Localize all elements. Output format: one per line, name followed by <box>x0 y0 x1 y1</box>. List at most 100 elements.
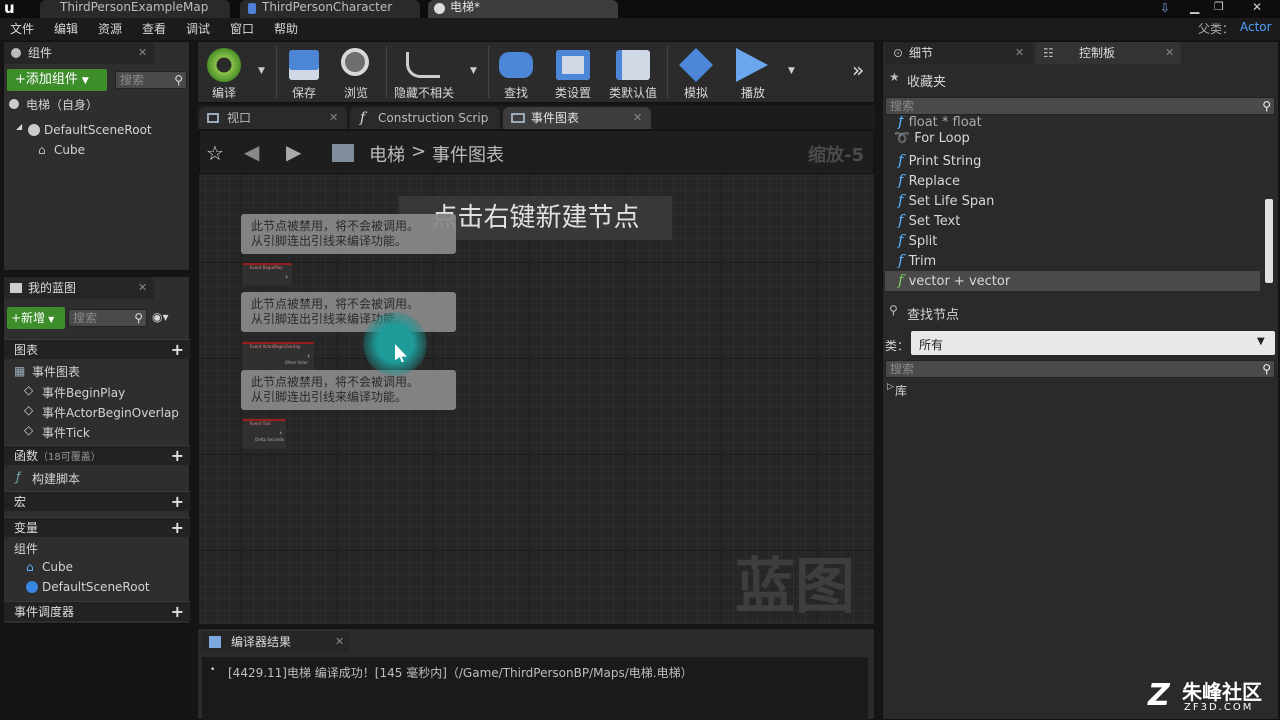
event-node[interactable]: Event ActorBeginOverlap › Other Actor <box>242 342 314 370</box>
favorites-scrollbar[interactable] <box>1265 199 1273 283</box>
breadcrumb-root[interactable]: 电梯 <box>369 141 405 167</box>
tab-construction-script[interactable]: f Construction Scrip <box>350 107 500 129</box>
class-settings-button[interactable]: 类设置 <box>548 44 598 100</box>
exec-pin-icon[interactable]: › <box>242 352 314 360</box>
simulate-button[interactable]: 模拟 <box>671 44 721 100</box>
menu-edit[interactable]: 编辑 <box>54 20 78 37</box>
compiler-message[interactable]: [4429.11]电梯 编译成功！[145 毫秒内]（/Game/ThirdPe… <box>228 664 693 681</box>
graphs-section[interactable]: 图表 + <box>4 339 190 359</box>
menu-debug[interactable]: 调试 <box>186 20 210 37</box>
tab-viewport[interactable]: 视口 ✕ <box>199 107 347 129</box>
close-icon[interactable]: ✕ <box>138 42 147 64</box>
maximize-button[interactable]: ❐ <box>1214 0 1228 16</box>
components-category[interactable]: 组件 <box>14 540 38 557</box>
toolbar-divider <box>386 46 387 98</box>
list-item[interactable]: f Split <box>898 231 937 249</box>
add-macro-icon[interactable]: + <box>171 492 184 512</box>
close-icon[interactable]: ✕ <box>335 631 344 653</box>
notification-icon[interactable]: ⇩ <box>1160 1 1176 15</box>
parent-class-link[interactable]: Actor <box>1240 20 1272 34</box>
list-item[interactable]: ➰ For Loop <box>894 131 970 146</box>
scene-root-variable-item[interactable]: DefaultSceneRoot <box>42 580 150 594</box>
event-graph-item[interactable]: 事件图表 <box>32 363 80 380</box>
list-item[interactable]: f Replace <box>898 171 960 189</box>
save-button[interactable]: 保存 <box>279 44 329 100</box>
back-arrow-icon[interactable]: ◀ <box>244 140 259 164</box>
variables-section[interactable]: 变量 + <box>4 517 190 537</box>
compile-options-icon[interactable]: ▼ <box>258 66 265 76</box>
event-beginplay-item[interactable]: 事件BeginPlay <box>42 384 125 401</box>
event-tick-item[interactable]: 事件Tick <box>42 424 90 441</box>
library-item[interactable]: 库 <box>895 382 907 399</box>
close-icon[interactable]: ✕ <box>138 277 147 299</box>
find-nodes-search-input[interactable]: 搜索 ⚲ <box>885 360 1275 378</box>
menu-window[interactable]: 窗口 <box>230 20 254 37</box>
disabled-node-comment[interactable]: 此节点被禁用，将不会被调用。 从引脚连出引线来编译功能。 <box>241 214 456 254</box>
close-icon[interactable]: ✕ <box>329 107 338 129</box>
menu-help[interactable]: 帮助 <box>274 20 298 37</box>
close-icon[interactable]: ✕ <box>1015 42 1024 64</box>
hide-unrelated-button[interactable]: 隐藏不相关 <box>388 44 460 100</box>
find-button[interactable]: 查找 <box>491 44 541 100</box>
expand-arrow-icon[interactable]: ◢ <box>16 122 22 131</box>
close-icon[interactable]: ✕ <box>633 107 642 129</box>
exec-pin-icon[interactable]: › <box>242 429 286 437</box>
star-icon[interactable]: ☆ <box>206 141 224 165</box>
expand-arrow-icon[interactable]: ▷ <box>887 382 894 392</box>
add-function-icon[interactable]: + <box>171 446 184 466</box>
default-scene-root-item[interactable]: DefaultSceneRoot <box>44 123 152 137</box>
disabled-node-comment[interactable]: 此节点被禁用，将不会被调用。 从引脚连出引线来编译功能。 <box>241 292 456 332</box>
close-icon[interactable]: ✕ <box>1165 42 1174 64</box>
construction-script-item[interactable]: 构建脚本 <box>32 470 80 487</box>
close-button[interactable]: ✕ <box>1242 0 1272 16</box>
category-select[interactable]: 所有 ▼ <box>911 331 1275 355</box>
eye-icon[interactable]: ◉▾ <box>152 310 169 324</box>
list-item[interactable]: f float * float <box>898 116 982 130</box>
menu-file[interactable]: 文件 <box>10 20 34 37</box>
list-item[interactable]: f Trim <box>898 251 936 269</box>
list-item-selected[interactable]: f vector + vector <box>898 271 1010 289</box>
tab-details[interactable]: ⊙ 细节 ✕ <box>885 42 1031 64</box>
toolbar-overflow-icon[interactable]: » <box>852 58 864 82</box>
add-dispatcher-icon[interactable]: + <box>171 602 184 622</box>
event-node[interactable]: Event Tick › Delta Seconds <box>242 419 286 449</box>
list-item[interactable]: f Set Text <box>898 211 960 229</box>
play-button[interactable]: 播放 <box>728 44 778 100</box>
blueprint-search-input[interactable]: 搜索 ⚲ <box>68 309 147 327</box>
minimize-button[interactable]: ▁ <box>1190 0 1204 16</box>
dispatchers-section[interactable]: 事件调度器 + <box>4 601 190 621</box>
macros-section[interactable]: 宏 + <box>4 491 190 511</box>
play-options-icon[interactable]: ▼ <box>788 66 795 76</box>
self-item[interactable]: 电梯（自身） <box>26 96 98 113</box>
favorites-search-input[interactable]: 搜索 ⚲ <box>885 97 1275 115</box>
tab-map[interactable]: ThirdPersonExampleMap <box>40 0 230 18</box>
exec-pin-icon[interactable]: › <box>242 273 292 281</box>
event-graph-canvas[interactable]: 点击右键新建节点 此节点被禁用，将不会被调用。 从引脚连出引线来编译功能。 Ev… <box>199 174 874 624</box>
functions-section[interactable]: 函数（18可覆盖） + <box>4 445 190 465</box>
browse-button[interactable]: 浏览 <box>331 44 381 100</box>
tab-palette[interactable]: ☷ 控制板 ✕ <box>1035 42 1181 64</box>
favorites-label[interactable]: 收藏夹 <box>907 71 946 90</box>
add-graph-icon[interactable]: + <box>171 340 184 360</box>
compile-button[interactable]: 编译 <box>199 44 249 100</box>
hide-options-icon[interactable]: ▼ <box>470 66 477 76</box>
forward-arrow-icon[interactable]: ▶ <box>286 140 301 164</box>
list-item[interactable]: f Set Life Span <box>898 191 994 209</box>
component-search-input[interactable]: 搜索 ⚲ <box>115 71 187 89</box>
unreal-logo-icon[interactable]: u <box>4 0 22 18</box>
tab-event-graph[interactable]: 事件图表 ✕ <box>503 107 651 129</box>
list-item[interactable]: f Print String <box>898 151 981 169</box>
add-variable-icon[interactable]: + <box>171 518 184 538</box>
tab-elevator[interactable]: 电梯* <box>428 0 618 18</box>
add-component-button[interactable]: +添加组件 ▼ <box>7 69 107 91</box>
class-defaults-button[interactable]: 类默认值 <box>608 44 658 100</box>
menu-view[interactable]: 查看 <box>142 20 166 37</box>
cube-item[interactable]: Cube <box>54 143 85 157</box>
cube-variable-item[interactable]: Cube <box>42 560 73 574</box>
tab-character[interactable]: ThirdPersonCharacter <box>240 0 420 18</box>
disabled-node-comment[interactable]: 此节点被禁用，将不会被调用。 从引脚连出引线来编译功能。 <box>241 370 456 410</box>
event-overlap-item[interactable]: 事件ActorBeginOverlap <box>42 404 179 421</box>
event-node[interactable]: Event BeginPlay › <box>242 263 292 285</box>
add-new-button[interactable]: +新增 ▼ <box>7 307 65 329</box>
menu-asset[interactable]: 资源 <box>98 20 122 37</box>
